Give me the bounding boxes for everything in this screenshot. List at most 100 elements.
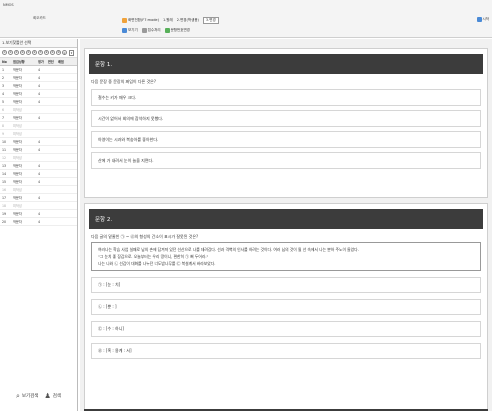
- row-no: 7: [2, 115, 5, 120]
- view-original-tab[interactable]: 1.원래: [163, 18, 173, 23]
- row-status: 작문자: [13, 212, 22, 216]
- toolbar-row-1: 화면전환(F7:mode) 1.원래 2.변경(학생용) 3.변경: [122, 17, 219, 24]
- user-label: 희오카드: [33, 16, 46, 20]
- answer-option[interactable]: ㉡ : [뿐 : ]: [91, 299, 481, 315]
- table-row[interactable]: 10 작문자 4: [0, 138, 77, 146]
- row-no: 4: [2, 91, 5, 96]
- table-row[interactable]: 1 작문자 4: [0, 66, 77, 74]
- row-a: 4: [38, 91, 41, 96]
- table-row[interactable]: 17 작문자 4: [0, 194, 77, 202]
- question-list-sidebar: 1.보기찾틀안 선택 ① ② ③ ④ ⑤ ⑥ ⑦ ⑧ ⑨ ⑩ ⑪ ▾ No 점검…: [0, 39, 78, 411]
- chevron-down-icon[interactable]: ▾: [69, 49, 74, 56]
- answer-option[interactable]: 산에 가 내려서 눈이 늘을 지면다.: [91, 152, 481, 169]
- question-card: 문항 1. 다음 문장 중 문장의 짜임이 다른 것은? 철수는 키가 매우 크…: [84, 48, 488, 198]
- question-stem: 다음 문장 중 문장의 짜임이 다른 것은?: [91, 79, 156, 84]
- search-label: 보기검색: [21, 394, 39, 399]
- row-a: 4: [38, 147, 41, 152]
- reading-passage: 여러나는 학습 사업 실패로 남의 손에 담겨져 있던 선산으로 나를 데려갔다…: [91, 242, 481, 271]
- user-button-label: 검색: [52, 394, 62, 399]
- row-no: 19: [2, 211, 7, 216]
- user-button[interactable]: ♟ 검색: [44, 392, 62, 400]
- row-status: 미작성: [13, 204, 22, 208]
- filter-mark[interactable]: ⑨: [50, 50, 55, 55]
- filter-mark[interactable]: ⑩: [56, 50, 61, 55]
- table-row[interactable]: 12 미작성: [0, 154, 77, 162]
- row-status: 미작성: [13, 156, 22, 160]
- row-no: 13: [2, 163, 7, 168]
- row-status: 작문자: [13, 84, 22, 88]
- table-row[interactable]: 15 작문자 4: [0, 178, 77, 186]
- answer-option[interactable]: ㉣ : [혹 : 용계 : 서]: [91, 343, 481, 359]
- filter-mark[interactable]: ⑪: [62, 50, 67, 55]
- passage-line: 나는 나와 ㉡ 선감이 대화를 나누던 너도밤나무를 ㉢ 북설계서 바라보았다.: [98, 261, 216, 266]
- row-status: 작문자: [13, 220, 22, 224]
- filter-mark[interactable]: ②: [8, 50, 13, 55]
- row-no: 15: [2, 179, 7, 184]
- start-label: 시작: [482, 17, 489, 21]
- row-status: 작문자: [13, 172, 22, 176]
- table-row[interactable]: 16 미작성: [0, 186, 77, 194]
- process-button[interactable]: 접수처리: [141, 28, 161, 33]
- main-content: 문항 1. 다음 문장 중 문장의 짜임이 다른 것은? 철수는 키가 매우 크…: [80, 39, 492, 411]
- filter-mark[interactable]: ⑧: [44, 50, 49, 55]
- row-a: 4: [38, 83, 41, 88]
- table-row[interactable]: 2 작문자 4: [0, 74, 77, 82]
- table-row[interactable]: 13 작문자 4: [0, 162, 77, 170]
- table-row[interactable]: 14 작문자 4: [0, 170, 77, 178]
- row-no: 1: [2, 67, 5, 72]
- answer-option[interactable]: ㉠ : [눈 : 치]: [91, 277, 481, 293]
- row-no: 11: [2, 147, 7, 152]
- search-button[interactable]: ⌕ 보기검색: [16, 392, 39, 400]
- mode-switch-button[interactable]: 화면전환(F7:mode): [122, 18, 159, 23]
- row-status: 작문자: [13, 68, 22, 72]
- row-no: 12: [2, 155, 7, 160]
- table-row[interactable]: 18 미작성: [0, 202, 77, 210]
- row-a: 4: [38, 195, 41, 200]
- table-row[interactable]: 5 작문자 4: [0, 98, 77, 106]
- table-row[interactable]: 19 작문자 4: [0, 210, 77, 218]
- table-row[interactable]: 11 작문자 4: [0, 146, 77, 154]
- table-row[interactable]: 7 작문자 4: [0, 114, 77, 122]
- filter-mark[interactable]: ④: [20, 50, 25, 55]
- row-status: 작문자: [13, 92, 22, 96]
- table-row[interactable]: 8 미작성: [0, 122, 77, 130]
- renumber-icon: [164, 28, 170, 33]
- row-no: 3: [2, 83, 5, 88]
- filter-mark[interactable]: ①: [2, 50, 7, 55]
- filter-mark[interactable]: ③: [14, 50, 19, 55]
- table-row[interactable]: 4 작문자 4: [0, 90, 77, 98]
- view-icon: [122, 28, 127, 33]
- col-b: 판단: [48, 60, 54, 64]
- answer-option[interactable]: 아영이는 시과와 복숭아를 좋아한다.: [91, 131, 481, 148]
- row-status: 미작성: [13, 132, 22, 136]
- row-no: 9: [2, 131, 5, 136]
- passage-line: "그 눈치 좋 장감으로. 오늘부터는 우리 땅이니, 편한히 ㉠ 뻐 두어라.…: [98, 254, 209, 259]
- view-changed-label: 3.변경: [205, 18, 216, 22]
- view-original-label: 1.원래: [162, 18, 173, 22]
- renumber-button[interactable]: 문항번호변경: [164, 28, 190, 33]
- filter-mark[interactable]: ⑥: [32, 50, 37, 55]
- table-row[interactable]: 20 작문자 4: [0, 218, 77, 226]
- answer-option[interactable]: 시간이 없어서 회의에 참석하지 못했다.: [91, 110, 481, 127]
- table-row[interactable]: 6 미작성: [0, 106, 77, 114]
- row-status: 미작성: [13, 124, 22, 128]
- answer-option[interactable]: 철수는 키가 매우 크다.: [91, 89, 481, 106]
- answer-option[interactable]: ㉢ : [수 : 하니]: [91, 321, 481, 337]
- filter-mark[interactable]: ⑤: [26, 50, 31, 55]
- filter-mark[interactable]: ⑦: [38, 50, 43, 55]
- view-student-tab[interactable]: 2.변경(학생용): [177, 18, 199, 23]
- sidebar-rows: 1 작문자 4 2 작문자 4 3 작문자 4 4 작문자 4 5 작문자 4 6 미작성 7 작문자 4 8 미작성 9 미…: [0, 66, 77, 226]
- passage-line: 여러나는 학습 사업 실패로 남의 손에 담겨져 있던 선산으로 나를 데려갔다…: [98, 247, 359, 252]
- row-status: 작문자: [13, 76, 22, 80]
- table-row[interactable]: 3 작문자 4: [0, 82, 77, 90]
- start-icon: [476, 17, 482, 22]
- row-status: 미작성: [13, 188, 22, 192]
- answer-filter-row: ① ② ③ ④ ⑤ ⑥ ⑦ ⑧ ⑨ ⑩ ⑪ ▾: [0, 48, 77, 58]
- table-row[interactable]: 9 미작성: [0, 130, 77, 138]
- mode-switch-icon: [122, 18, 127, 23]
- view-changed-tab[interactable]: 3.변경: [202, 17, 219, 24]
- start-button[interactable]: 시작: [476, 17, 489, 22]
- view-button[interactable]: 보기기: [122, 28, 138, 33]
- sidebar-footer: ⌕ 보기검색 ♟ 검색: [0, 381, 77, 411]
- row-status: 작문자: [13, 196, 22, 200]
